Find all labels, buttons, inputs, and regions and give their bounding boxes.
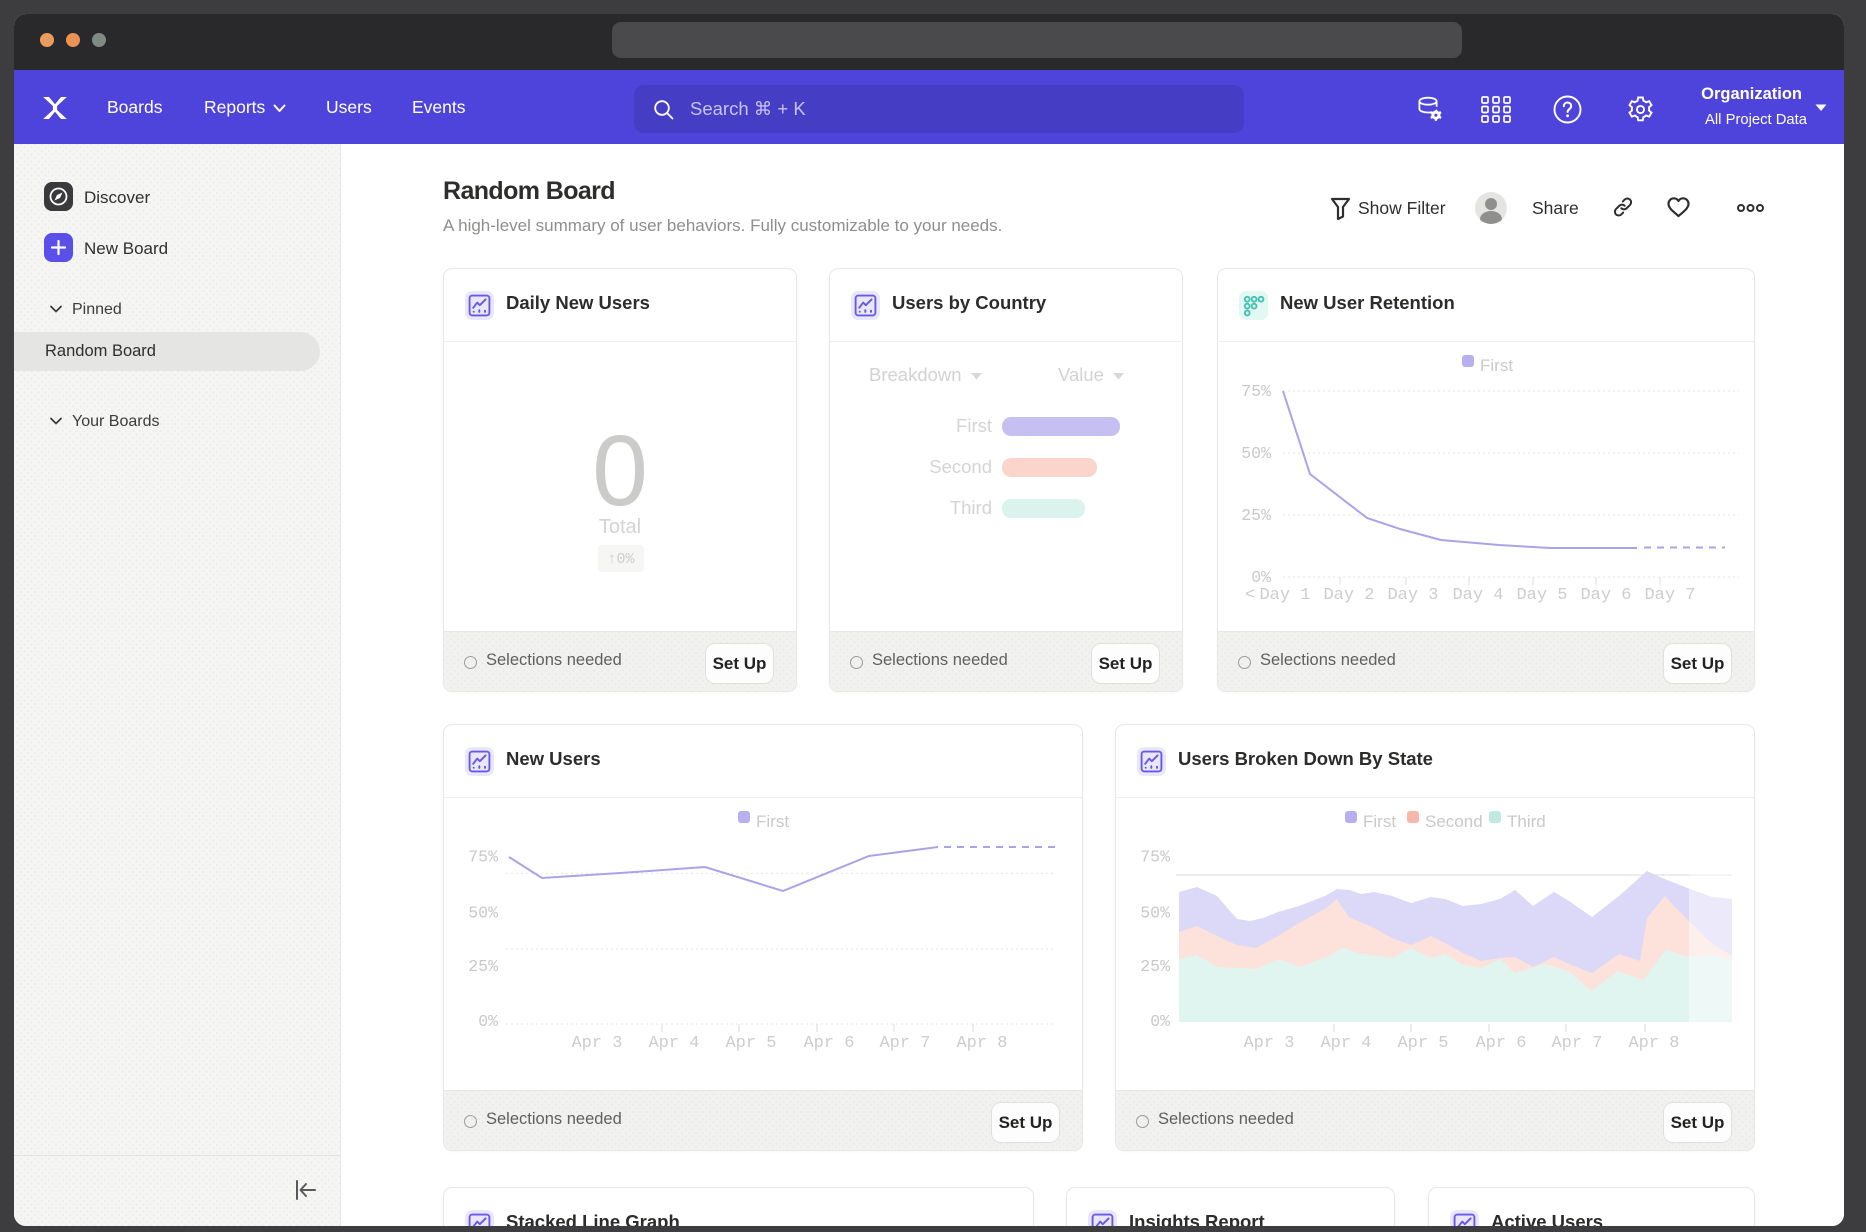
svg-text:Day 7: Day 7 (1644, 586, 1695, 605)
svg-text:Day 5: Day 5 (1516, 586, 1567, 605)
svg-text:Day 3: Day 3 (1387, 586, 1438, 605)
svg-text:75%: 75% (468, 848, 498, 867)
svg-text:Apr 4: Apr 4 (648, 1034, 699, 1053)
svg-text:First: First (1480, 356, 1513, 375)
svg-text:25%: 25% (1241, 506, 1271, 525)
svg-text:Third: Third (1507, 812, 1546, 831)
svg-text:Apr 7: Apr 7 (879, 1034, 930, 1053)
svg-text:0%: 0% (1251, 568, 1271, 587)
svg-text:0%: 0% (478, 1012, 498, 1031)
svg-text:First: First (756, 812, 789, 831)
svg-text:<: < (1245, 586, 1255, 605)
svg-text:First: First (1363, 812, 1396, 831)
svg-text:Day 1: Day 1 (1259, 586, 1310, 605)
svg-text:0%: 0% (1150, 1012, 1170, 1031)
svg-text:Second: Second (1425, 812, 1483, 831)
svg-text:25%: 25% (1140, 957, 1170, 976)
svg-text:Apr 8: Apr 8 (1628, 1034, 1679, 1053)
svg-text:50%: 50% (468, 904, 498, 923)
svg-text:Apr 5: Apr 5 (725, 1034, 776, 1053)
svg-text:75%: 75% (1241, 382, 1271, 401)
svg-text:Apr 3: Apr 3 (1243, 1034, 1294, 1053)
svg-text:75%: 75% (1140, 848, 1170, 867)
svg-text:Day 2: Day 2 (1323, 586, 1374, 605)
svg-text:Apr 6: Apr 6 (803, 1034, 854, 1053)
svg-text:Apr 4: Apr 4 (1320, 1034, 1371, 1053)
svg-text:Apr 6: Apr 6 (1475, 1034, 1526, 1053)
svg-text:Day 4: Day 4 (1452, 586, 1503, 605)
svg-text:50%: 50% (1140, 904, 1170, 923)
svg-text:Apr 3: Apr 3 (571, 1034, 622, 1053)
svg-text:25%: 25% (468, 957, 498, 976)
svg-text:Apr 8: Apr 8 (956, 1034, 1007, 1053)
svg-text:Day 6: Day 6 (1580, 586, 1631, 605)
svg-text:50%: 50% (1241, 444, 1271, 463)
svg-text:Apr 5: Apr 5 (1397, 1034, 1448, 1053)
svg-text:Apr 7: Apr 7 (1551, 1034, 1602, 1053)
